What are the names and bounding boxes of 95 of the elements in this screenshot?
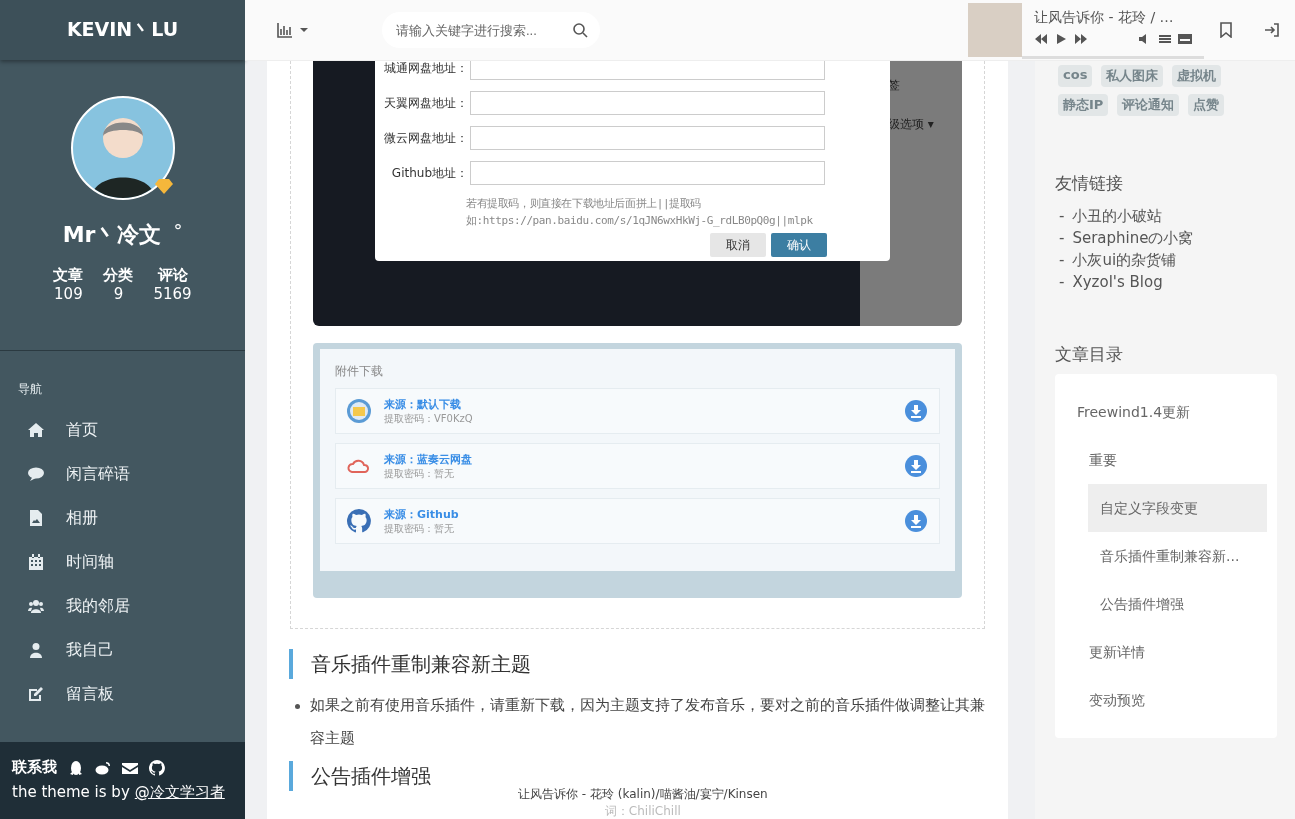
- credit-text: the theme is by: [12, 783, 130, 802]
- play-icon[interactable]: [1054, 33, 1068, 45]
- source-label: 来源：蓝奏云网盘: [384, 451, 473, 467]
- download-button[interactable]: [905, 455, 927, 477]
- lyric-credit: 词：ChiliChill: [603, 803, 682, 819]
- home-icon: [28, 422, 44, 438]
- stat-label: 分类: [103, 266, 134, 285]
- download-icon: [908, 513, 924, 529]
- people-icon: [28, 598, 44, 614]
- bookmark-icon[interactable]: [1218, 22, 1234, 38]
- author-name: Mr丶冷文: [62, 221, 162, 249]
- nav-item[interactable]: 首页: [0, 408, 245, 452]
- toc-item[interactable]: 自定义字段变更: [1088, 484, 1267, 532]
- stat-label: 文章: [53, 266, 84, 285]
- friend-link[interactable]: Xyzol's Blog: [1072, 271, 1163, 293]
- song-title: 让风告诉你 - 花玲 / …: [1034, 9, 1175, 27]
- source-label: 来源：默认下载: [384, 396, 462, 412]
- field-label: 微云网盘地址：: [383, 129, 468, 147]
- menu-icon[interactable]: [1158, 33, 1172, 45]
- stat-value: 5169: [153, 285, 192, 303]
- lyrics-icon[interactable]: [1178, 33, 1192, 45]
- stat-label: 评论: [157, 266, 188, 285]
- download-item[interactable]: 来源：默认下载 提取密码：VF0KzQ: [335, 388, 940, 434]
- input-field[interactable]: [470, 61, 825, 80]
- friend-link[interactable]: 小灰ui的杂货铺: [1072, 249, 1177, 271]
- nav-item[interactable]: 留言板: [0, 672, 245, 716]
- site-title[interactable]: KEVIN丶LU: [66, 17, 179, 43]
- toc-item[interactable]: 公告插件增强: [1088, 580, 1267, 628]
- nav-heading: 导航: [18, 381, 43, 398]
- password-text: 提取密码：暂无: [384, 521, 455, 536]
- toc-item[interactable]: 重要: [1077, 436, 1267, 484]
- bar-chart-icon: [277, 22, 293, 38]
- friend-link[interactable]: 小丑的小破站: [1072, 205, 1163, 227]
- person-icon: [28, 642, 44, 658]
- download-item[interactable]: 来源：Github 提取密码：暂无: [335, 498, 940, 544]
- diamond-icon: [154, 178, 173, 194]
- toc-item[interactable]: 音乐插件重制兼容新...: [1088, 532, 1267, 580]
- edit-icon: [28, 686, 44, 702]
- nav-item[interactable]: 时间轴: [0, 540, 245, 584]
- section-title: 友情链接: [1055, 172, 1124, 195]
- source-label: 来源：Github: [384, 506, 460, 522]
- friend-link[interactable]: Seraphineの小窝: [1072, 227, 1194, 249]
- toc-item[interactable]: Freewind1.4更新: [1065, 388, 1267, 436]
- github-icon: [346, 508, 372, 534]
- nav-item[interactable]: 我自己: [0, 628, 245, 672]
- list-dash: -: [1059, 272, 1065, 293]
- section-heading: 音乐插件重制兼容新主题: [289, 649, 985, 679]
- cancel-button[interactable]: 取消: [710, 233, 766, 257]
- speech-bubble-icon: [28, 466, 44, 482]
- nav-item[interactable]: 我的邻居: [0, 584, 245, 628]
- field-label: Github地址：: [390, 164, 468, 182]
- panel-title: 附件下载: [335, 363, 384, 380]
- input-field[interactable]: [470, 91, 825, 115]
- name-mark: °: [173, 220, 183, 241]
- penguin-icon[interactable]: [68, 759, 84, 776]
- input-field[interactable]: [470, 126, 825, 150]
- fast-forward-icon[interactable]: [1074, 33, 1088, 45]
- login-icon[interactable]: [1264, 22, 1280, 38]
- hint-text: 如:https://pan.baidu.com/s/1qJN6wxHkWj-G_rdLB0pQ0g||mlpk: [466, 213, 814, 229]
- section-title: 文章目录: [1055, 343, 1124, 366]
- toc-item[interactable]: 更新详情: [1077, 628, 1267, 676]
- rewind-icon[interactable]: [1034, 33, 1048, 45]
- input-field[interactable]: [470, 161, 825, 185]
- password-text: 提取密码：VF0KzQ: [384, 411, 474, 426]
- field-label: 城通网盘地址：: [383, 61, 468, 77]
- password-text: 提取密码：暂无: [384, 466, 455, 481]
- download-button[interactable]: [905, 510, 927, 532]
- github-icon[interactable]: [149, 759, 165, 776]
- download-icon: [908, 403, 924, 419]
- folder-icon: [346, 398, 372, 424]
- nav-item[interactable]: 相册: [0, 496, 245, 540]
- list-dash: -: [1059, 250, 1065, 271]
- stat-value: 9: [113, 285, 124, 303]
- stat-value: 109: [54, 285, 83, 303]
- picture-icon: [28, 510, 44, 526]
- weibo-icon[interactable]: [95, 759, 111, 776]
- download-button[interactable]: [905, 400, 927, 422]
- list-dash: -: [1059, 228, 1065, 249]
- paragraph: 如果之前有使用音乐插件，请重新下载，因为主题支持了发布音乐，要对之前的音乐插件做调整让其兼容主题: [310, 695, 985, 749]
- bullet-dot: [295, 704, 300, 709]
- search-icon: [572, 22, 588, 38]
- search-button[interactable]: [560, 12, 600, 48]
- field-label: 天翼网盘地址：: [383, 94, 468, 112]
- download-item[interactable]: 来源：蓝奏云网盘 提取密码：暂无: [335, 443, 940, 489]
- album-art-placeholder: [968, 3, 1022, 57]
- confirm-button[interactable]: 确认: [771, 233, 827, 257]
- search-field[interactable]: 请输入关键字进行搜索...: [382, 12, 560, 48]
- calendar-icon: [28, 554, 44, 570]
- contact-label: 联系我: [12, 758, 57, 777]
- author-link[interactable]: @冷文学习者: [134, 783, 225, 802]
- toc-item[interactable]: 变动预览: [1077, 676, 1267, 724]
- download-icon: [908, 458, 924, 474]
- nav-item[interactable]: 闲言碎语: [0, 452, 245, 496]
- list-dash: -: [1059, 206, 1065, 227]
- hint-text: 若有提取码，则直接在下载地址后面拼上||提取码: [466, 196, 703, 212]
